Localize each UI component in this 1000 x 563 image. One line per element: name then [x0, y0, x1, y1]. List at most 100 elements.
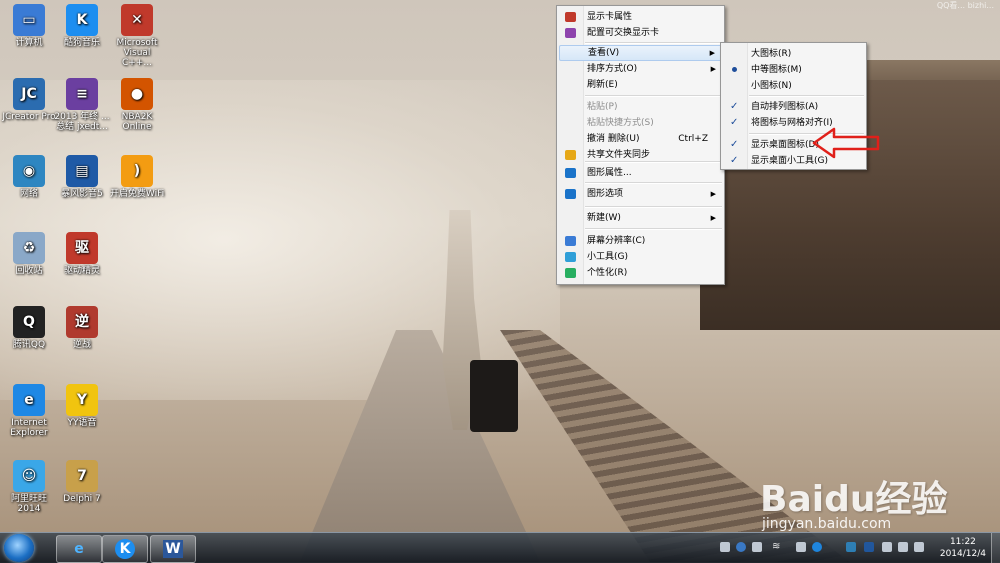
paste-menu-item[interactable]: 粘贴(P): [559, 99, 722, 115]
desktop-shortcut[interactable]: Q 腾讯QQ: [0, 306, 58, 350]
kugou-tray-icon[interactable]: [812, 542, 822, 552]
bluetooth-icon[interactable]: [864, 542, 874, 552]
clock-date: 2014/12/4: [939, 549, 986, 559]
radio-dot-icon: [732, 67, 737, 72]
action-center-flag-icon[interactable]: [882, 542, 892, 552]
driver-genius-icon: 驱: [66, 232, 98, 264]
ie-taskbar-button[interactable]: e: [56, 535, 102, 563]
menu-item-label: 粘贴(P): [587, 102, 618, 112]
screen-resolution-icon: [565, 236, 576, 246]
jcreator-icon: JC: [13, 78, 45, 110]
display-card-properties[interactable]: 显示卡属性: [559, 9, 722, 25]
desktop-shortcut[interactable]: ≡ 2013 年终 ...总结 jxedt...: [53, 78, 111, 132]
submenu-arrow-icon: ▶: [710, 65, 716, 73]
desktop-shortcut-label: 网络: [19, 189, 38, 199]
desktop-shortcut[interactable]: ) 开启免费WiFi: [108, 155, 166, 199]
personalize-menu-item[interactable]: 个性化(R): [559, 265, 722, 281]
volume-icon[interactable]: [914, 542, 924, 552]
desktop-shortcut[interactable]: K 酷狗音乐: [53, 4, 111, 48]
word-icon: W: [163, 540, 183, 558]
taskbar: e K W ≋ 11:22 2014/12/4: [0, 532, 1000, 563]
clock-time: 11:22: [949, 537, 976, 547]
desktop-shortcut-label: 2013 年终 ...总结 jxedt...: [54, 112, 110, 132]
submenu-arrow-icon: ▶: [710, 190, 716, 198]
menu-separator: [749, 95, 864, 97]
checkmark-icon: ✓: [730, 155, 739, 166]
kugou-icon: K: [66, 4, 98, 36]
desktop-shortcut-label: Internet Explorer: [10, 418, 48, 438]
kugou-taskbar-button[interactable]: K: [102, 535, 148, 563]
graphics-options-menu-item[interactable]: 图形选项 ▶: [559, 186, 722, 202]
taskbar-clock[interactable]: 11:22 2014/12/4: [940, 536, 986, 560]
desktop-shortcut[interactable]: ✕ Microsoft Visual C++...: [108, 4, 166, 68]
sort-by-menu-item[interactable]: 排序方式(O) ▶: [559, 61, 722, 77]
desktop-shortcut-label: 暴风影音5: [61, 189, 103, 199]
menu-item-label: 中等图标(M): [751, 65, 802, 75]
recycle-bin-icon: ♻: [13, 232, 45, 264]
start-button[interactable]: [4, 534, 34, 562]
paste-shortcut-menu-item[interactable]: 粘贴快捷方式(S): [559, 115, 722, 131]
security-shield-icon[interactable]: [846, 542, 856, 552]
yy-icon: Y: [66, 384, 98, 416]
screen-resolution-menu-item[interactable]: 屏幕分辨率(C): [559, 233, 722, 249]
desktop-shortcut[interactable]: ● NBA2K Online: [108, 78, 166, 132]
help-icon[interactable]: [736, 542, 746, 552]
undo-delete-menu-item[interactable]: 撤消 删除(U) Ctrl+Z: [559, 131, 722, 147]
aliwangwang-icon: ☺: [13, 460, 45, 492]
submenu-arrow-icon: ▶: [709, 49, 715, 57]
desktop-shortcut[interactable]: ◉ 网络: [0, 155, 58, 199]
desktop-shortcut[interactable]: 驱驱动精灵: [53, 232, 111, 276]
menu-item-label: 撤消 删除(U): [587, 134, 640, 144]
menu-separator: [585, 42, 722, 44]
checkmark-icon: ✓: [730, 139, 739, 150]
word-taskbar-button[interactable]: W: [150, 535, 196, 563]
menu-item-label: 小工具(G): [587, 252, 628, 262]
desktop-shortcut[interactable]: ▭ 计算机: [0, 4, 58, 48]
menu-item-label: 图形选项: [587, 189, 624, 199]
checkmark-icon: ✓: [730, 101, 739, 112]
desktop-shortcut-label: 驱动精灵: [63, 266, 100, 276]
desktop-shortcut[interactable]: ▤ 暴风影音5: [53, 155, 111, 199]
menu-separator: [585, 182, 722, 184]
desktop-shortcut[interactable]: 7 Delphi 7: [53, 460, 111, 504]
desktop-shortcut[interactable]: 逆逆战: [53, 306, 111, 350]
show-desktop-button[interactable]: [991, 533, 1000, 563]
computer-icon: ▭: [13, 4, 45, 36]
large-icons-option[interactable]: 大图标(R): [723, 46, 864, 62]
menu-item-label: 配置可交换显示卡: [587, 28, 660, 38]
graphics-properties-menu-item[interactable]: 图形属性...: [559, 165, 722, 181]
menu-item-label: 小图标(N): [751, 81, 792, 91]
view-menu-item[interactable]: 查看(V) ▶: [559, 45, 722, 61]
keyboard-icon[interactable]: [720, 542, 730, 552]
auto-arrange-option[interactable]: ✓ 自动排列图标(A): [723, 99, 864, 115]
tray-tool-icon[interactable]: [752, 542, 762, 552]
new-menu-item[interactable]: 新建(W) ▶: [559, 210, 722, 226]
gadgets-icon: [565, 252, 576, 262]
refresh-menu-item[interactable]: 刷新(E): [559, 77, 722, 93]
display-card-icon: [565, 12, 576, 22]
desktop-shortcut[interactable]: JC JCreator Pro: [0, 78, 58, 122]
desktop-shortcut[interactable]: e Internet Explorer: [0, 384, 58, 438]
wallpaper-railway-tracks: [500, 330, 850, 562]
winrar-icon: ≡: [66, 78, 98, 110]
desktop-shortcut[interactable]: Y YY语音: [53, 384, 111, 428]
desktop-shortcut[interactable]: ☺ 阿里旺旺 2014: [0, 460, 58, 514]
medium-icons-option[interactable]: 中等图标(M): [723, 62, 864, 78]
network-tray-icon[interactable]: [796, 542, 806, 552]
gadgets-menu-item[interactable]: 小工具(G): [559, 249, 722, 265]
menu-item-shortcut: Ctrl+Z: [678, 134, 708, 144]
desktop-shortcut[interactable]: ♻ 回收站: [0, 232, 58, 276]
desktop-shortcut-label: 回收站: [15, 266, 43, 276]
wallpaper-luggage: [470, 360, 518, 432]
visual-cpp-icon: ✕: [121, 4, 153, 36]
desktop-shortcut-label: 逆战: [72, 340, 91, 350]
desktop-context-menu: 显示卡属性配置可交换显示卡查看(V) ▶ 排序方式(O) ▶ 刷新(E) 粘贴(P) 粘贴快…: [556, 5, 725, 285]
kugou-icon: K: [115, 539, 135, 559]
display-tray-icon[interactable]: [898, 542, 908, 552]
wifi-icon[interactable]: ≋: [772, 542, 782, 552]
red-arrow-annotation: [812, 127, 880, 159]
configure-switchable-graphics[interactable]: 配置可交换显示卡: [559, 25, 722, 41]
corner-watermark-text: QQ看... bizhi...: [936, 1, 994, 10]
desktop-shortcut-label: Delphi 7: [63, 494, 101, 504]
small-icons-option[interactable]: 小图标(N): [723, 78, 864, 94]
